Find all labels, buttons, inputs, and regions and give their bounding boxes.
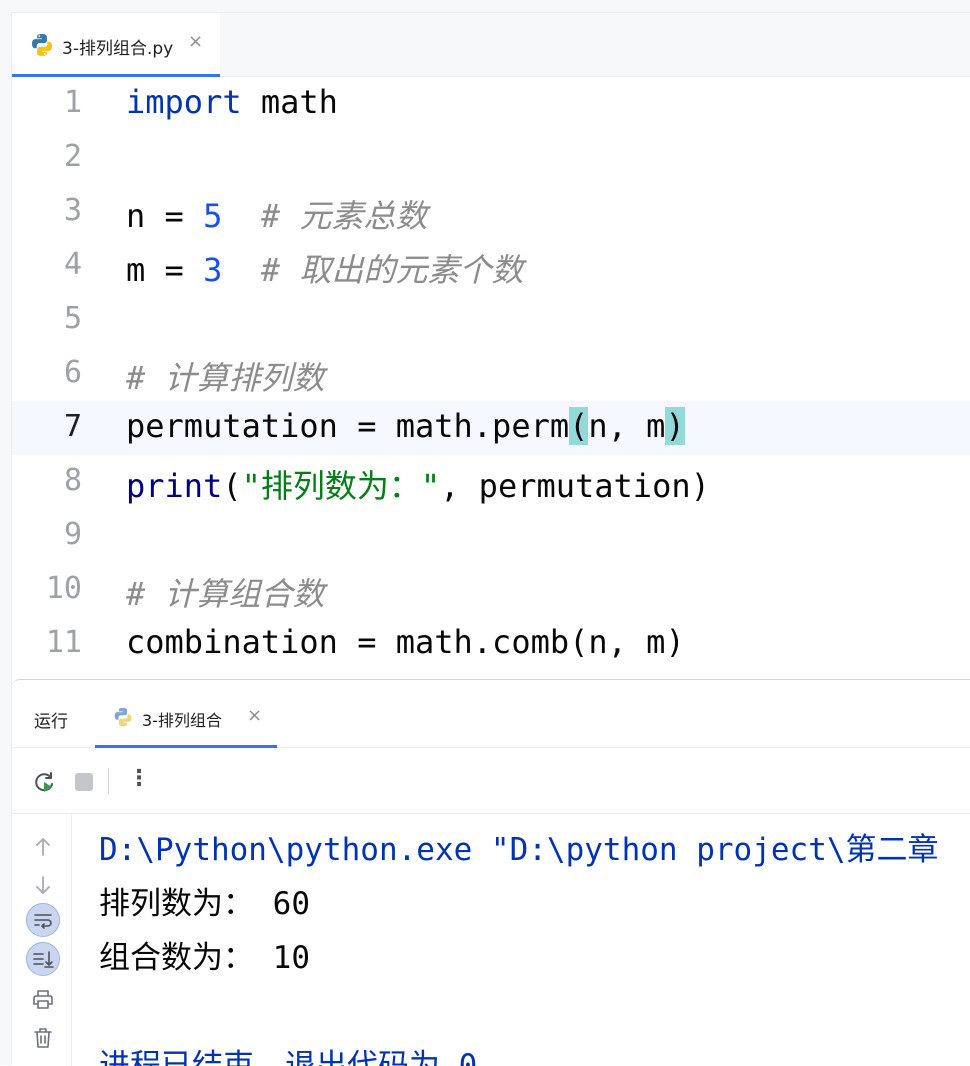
- run-config-tab-label: 3-排列组合: [142, 711, 222, 730]
- code-token: "排列数为：": [241, 467, 441, 505]
- console-line: 排列数为： 60: [99, 886, 310, 922]
- code-token: m =: [126, 251, 204, 289]
- stop-icon[interactable]: [75, 773, 93, 791]
- editor-tab-bar: 3-排列组合.py ×: [12, 13, 970, 77]
- code-line[interactable]: 3 n = 5 # 元素总数: [12, 185, 970, 239]
- line-number: 7: [63, 409, 82, 444]
- trash-icon[interactable]: [26, 1021, 60, 1055]
- code-token: , permutation): [440, 467, 710, 505]
- window-top-strip: [0, 0, 970, 13]
- console-line: D:\Python\python.exe "D:\python project\…: [99, 832, 939, 868]
- code-token: math: [241, 83, 338, 121]
- soft-wrap-icon[interactable]: [26, 903, 60, 937]
- console-line: 进程已结束，退出代码为 0: [99, 1048, 478, 1066]
- line-number: 9: [63, 517, 82, 552]
- line-number: 4: [63, 247, 82, 282]
- line-number: 11: [45, 625, 82, 660]
- close-icon[interactable]: ×: [188, 31, 203, 52]
- code-token: # 计算排列数: [126, 359, 325, 397]
- run-toolbar: ⋮: [12, 748, 970, 814]
- code-token: n, m: [588, 407, 666, 445]
- python-icon: [113, 707, 133, 731]
- editor-tab-label: 3-排列组合.py: [62, 39, 174, 59]
- code-line[interactable]: 5: [12, 293, 970, 347]
- code-line[interactable]: 4 m = 3 # 取出的元素个数: [12, 239, 970, 293]
- code-line[interactable]: 6 # 计算排列数: [12, 347, 970, 401]
- code-text: print("排列数为：", permutation): [126, 461, 710, 507]
- code-token: 3: [203, 251, 223, 289]
- arrow-up-icon[interactable]: [26, 830, 60, 864]
- close-icon[interactable]: ×: [247, 705, 262, 726]
- code-token: # 取出的元素个数: [222, 251, 524, 289]
- code-line[interactable]: 11 combination = math.comb(n, m): [12, 617, 970, 671]
- code-token: # 计算组合数: [126, 575, 325, 613]
- code-text: combination = math.comb(n, m): [126, 623, 685, 661]
- code-editor[interactable]: 1 import math 2 3 n = 5 # 元素总数 4 m = 3 # 取出的元素…: [12, 77, 970, 679]
- line-number: 6: [63, 355, 82, 390]
- rerun-icon[interactable]: [32, 770, 56, 798]
- arrow-down-icon[interactable]: [26, 868, 60, 902]
- left-tool-strip: [0, 12, 12, 1065]
- console-line: 组合数为： 10: [99, 940, 310, 976]
- code-line[interactable]: 7 permutation = math.perm(n, m): [12, 401, 970, 455]
- scroll-to-end-icon[interactable]: [26, 942, 60, 976]
- run-config-tab[interactable]: 3-排列组合 ×: [95, 680, 277, 748]
- code-token: (: [569, 407, 589, 445]
- editor-tab-active[interactable]: 3-排列组合.py ×: [12, 13, 220, 77]
- line-number: 8: [63, 463, 82, 498]
- code-line[interactable]: 9: [12, 509, 970, 563]
- code-text: n = 5 # 元素总数: [126, 191, 427, 237]
- code-token: n =: [126, 197, 204, 235]
- code-text: import math: [126, 83, 338, 121]
- code-text: permutation = math.perm(n, m): [126, 407, 685, 445]
- line-number: 10: [45, 571, 82, 606]
- code-token: import: [126, 83, 242, 121]
- code-line[interactable]: 2: [12, 131, 970, 185]
- line-number: 2: [63, 139, 82, 174]
- run-panel-title: 运行: [34, 712, 68, 732]
- run-panel: 运行 3-排列组合 × ⋮ D:\Python\python.exe "D:\p…: [12, 679, 970, 1066]
- code-token: print: [126, 467, 223, 505]
- code-text: # 计算排列数: [126, 353, 325, 399]
- code-line[interactable]: 8 print("排列数为：", permutation): [12, 455, 970, 509]
- code-text: # 计算组合数: [126, 569, 325, 615]
- code-token: # 元素总数: [222, 197, 428, 235]
- code-token: permutation = math.perm: [126, 407, 570, 445]
- line-number: 5: [63, 301, 82, 336]
- more-options-icon[interactable]: ⋮: [128, 766, 150, 791]
- line-number: 1: [63, 85, 82, 120]
- python-file-icon: [30, 33, 54, 61]
- code-line[interactable]: 1 import math: [12, 77, 970, 131]
- code-line[interactable]: 10 # 计算组合数: [12, 563, 970, 617]
- code-token: combination = math.comb(n, m): [126, 623, 685, 661]
- toolbar-divider: [108, 768, 109, 794]
- console-output[interactable]: D:\Python\python.exe "D:\python project\…: [99, 814, 970, 1066]
- console-side-toolbar: [12, 814, 72, 1066]
- code-token: 5: [203, 197, 223, 235]
- code-token: ): [665, 407, 685, 445]
- code-text: m = 3 # 取出的元素个数: [126, 245, 523, 291]
- print-icon[interactable]: [26, 983, 60, 1017]
- line-number: 3: [63, 193, 82, 228]
- code-token: (: [222, 467, 242, 505]
- run-panel-header: 运行 3-排列组合 ×: [12, 680, 970, 748]
